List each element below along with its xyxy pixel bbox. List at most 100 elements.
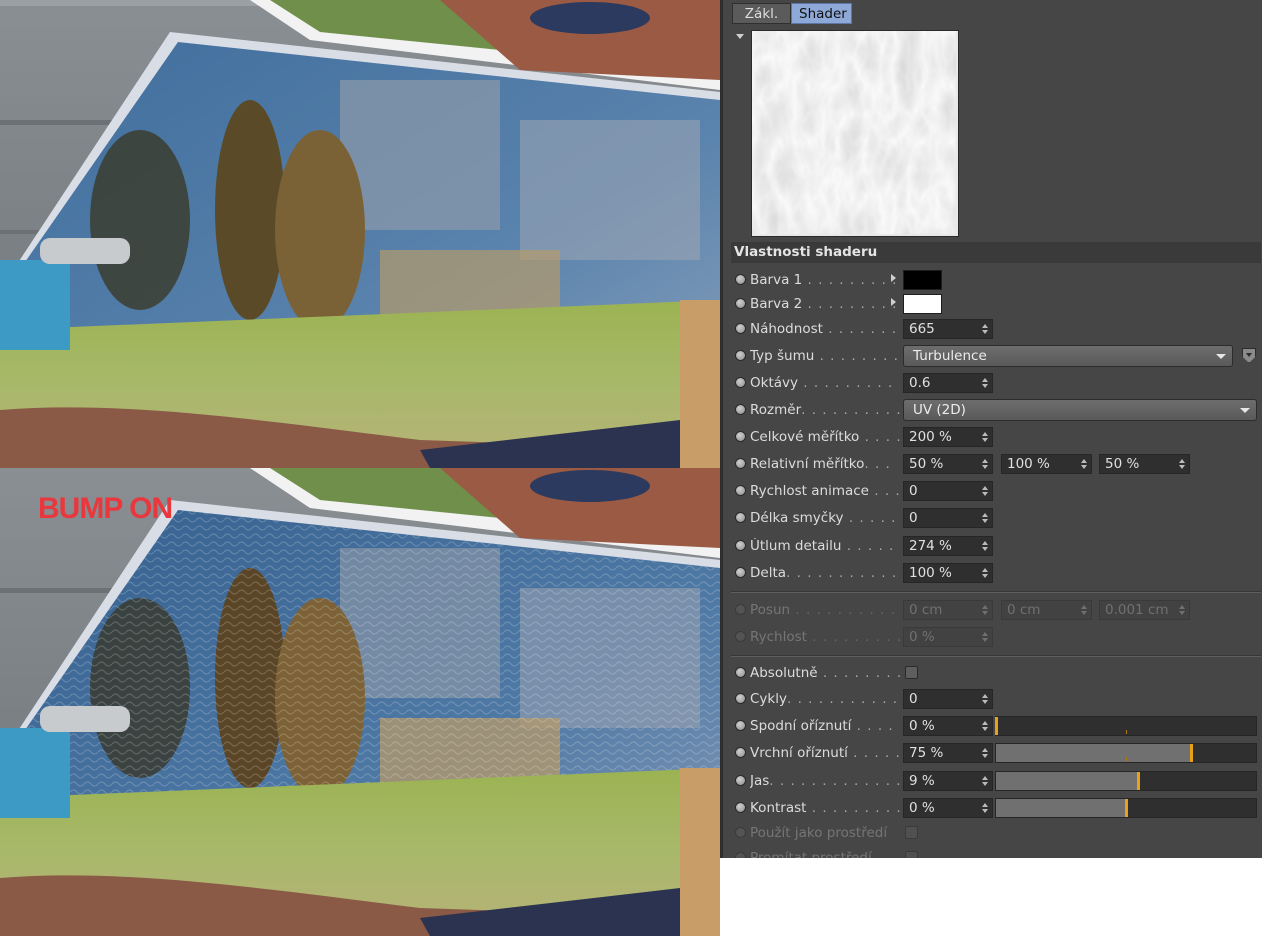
color-swatch-barva2[interactable] xyxy=(903,294,942,314)
expand-arrow-icon[interactable] xyxy=(891,274,896,282)
param-label: Vrchní oříznutí xyxy=(750,745,848,761)
spinner-icon[interactable] xyxy=(982,803,989,813)
noise-preview-image xyxy=(752,31,956,234)
keyframe-radio[interactable] xyxy=(735,802,746,813)
keyframe-radio[interactable] xyxy=(735,540,746,551)
render-image-bottom xyxy=(0,468,720,936)
row-cykly: Cykly. . . . . . . . . . . . . 0 xyxy=(723,686,1262,712)
noise-browser-icon[interactable] xyxy=(1242,348,1256,363)
absolute-checkbox[interactable] xyxy=(905,666,918,679)
keyframe-radio[interactable] xyxy=(735,274,746,285)
chevron-down-icon xyxy=(1240,408,1250,413)
param-label: Rychlost xyxy=(750,629,807,645)
spinner-icon[interactable] xyxy=(982,378,989,388)
spinner-icon[interactable] xyxy=(982,432,989,442)
row-posun: Posun . . . . . . . . . . . . 0 cm 0 cm … xyxy=(723,597,1262,623)
row-promitat-prostredi: Promítat prostředí xyxy=(723,845,1262,858)
keyframe-radio[interactable] xyxy=(735,458,746,469)
high-clip-slider[interactable] xyxy=(995,743,1257,763)
contrast-slider[interactable] xyxy=(995,798,1257,818)
keyframe-radio[interactable] xyxy=(735,720,746,731)
spinner-icon[interactable] xyxy=(982,324,989,334)
spinner-icon[interactable] xyxy=(982,541,989,551)
param-label: Posun xyxy=(750,602,791,618)
relative-scale-z-field[interactable]: 50 % xyxy=(1099,454,1190,474)
row-barva1: Barva 1 . . . . . . . . . xyxy=(723,267,1262,293)
section-shader-properties: Vlastnosti shaderu xyxy=(731,242,1261,263)
keyframe-radio[interactable] xyxy=(735,747,746,758)
keyframe-radio[interactable] xyxy=(735,431,746,442)
render-with-bump: BUMP ON xyxy=(0,468,720,936)
param-label: Typ šumu xyxy=(750,348,815,364)
expand-arrow-icon[interactable] xyxy=(891,298,896,306)
bump-on-label: BUMP ON xyxy=(38,492,173,525)
keyframe-radio[interactable] xyxy=(735,298,746,309)
brightness-field[interactable]: 9 % xyxy=(903,771,993,791)
slider-handle[interactable] xyxy=(1190,744,1193,762)
spinner-icon xyxy=(1081,605,1088,615)
spinner-icon[interactable] xyxy=(1179,459,1186,469)
spinner-icon[interactable] xyxy=(1081,459,1088,469)
keyframe-radio[interactable] xyxy=(735,567,746,578)
dimension-dropdown[interactable]: UV (2D) xyxy=(903,399,1257,421)
keyframe-radio[interactable] xyxy=(735,377,746,388)
slider-handle[interactable] xyxy=(1125,799,1128,817)
brightness-slider[interactable] xyxy=(995,771,1257,791)
spinner-icon[interactable] xyxy=(982,694,989,704)
spinner-icon[interactable] xyxy=(982,459,989,469)
row-delka-smycky: Délka smyčky . . . . . . 0 xyxy=(723,505,1262,531)
keyframe-radio[interactable] xyxy=(735,323,746,334)
spinner-icon[interactable] xyxy=(982,721,989,731)
oktavy-field[interactable]: 0.6 xyxy=(903,373,993,393)
slider-handle[interactable] xyxy=(995,717,998,735)
keyframe-radio[interactable] xyxy=(735,693,746,704)
chevron-down-icon xyxy=(1216,354,1226,359)
row-vrchni-oriznuti: Vrchní oříznutí . . . . . 75 % xyxy=(723,740,1262,766)
row-rozmer: Rozměr. . . . . . . . . . . . UV (2D) xyxy=(723,397,1262,423)
param-label: Použít jako prostředí xyxy=(750,825,888,841)
param-label: Delta xyxy=(750,565,787,581)
detail-attenuation-field[interactable]: 274 % xyxy=(903,536,993,556)
row-absolutne: Absolutně . . . . . . . . . xyxy=(723,660,1262,686)
spinner-icon xyxy=(982,632,989,642)
row-delta: Delta. . . . . . . . . . . . . 100 % xyxy=(723,560,1262,586)
keyframe-radio[interactable] xyxy=(735,404,746,415)
global-scale-field[interactable]: 200 % xyxy=(903,427,993,447)
row-rychlost-animace: Rychlost animace . . . 0 xyxy=(723,478,1262,504)
keyframe-radio[interactable] xyxy=(735,667,746,678)
keyframe-radio[interactable] xyxy=(735,775,746,786)
param-label: Kontrast xyxy=(750,800,807,816)
collapse-arrow-icon[interactable] xyxy=(736,34,744,39)
movement-x-field: 0 cm xyxy=(903,600,993,620)
low-clip-field[interactable]: 0 % xyxy=(903,716,993,736)
keyframe-radio[interactable] xyxy=(735,512,746,523)
spinner-icon[interactable] xyxy=(982,748,989,758)
spinner-icon[interactable] xyxy=(982,776,989,786)
noise-type-dropdown[interactable]: Turbulence xyxy=(903,345,1233,367)
slider-handle[interactable] xyxy=(1136,772,1140,790)
row-jas: Jas. . . . . . . . . . . . . . . 9 % xyxy=(723,768,1262,794)
spinner-icon[interactable] xyxy=(982,568,989,578)
keyframe-radio[interactable] xyxy=(735,485,746,496)
attribute-panel: Zákl. Shader Vlastnosti shaderu Barva 1 … xyxy=(720,0,1262,858)
row-utlum-detailu: Útlum detailu . . . . . 274 % xyxy=(723,533,1262,559)
cycles-field[interactable]: 0 xyxy=(903,689,993,709)
low-clip-slider[interactable] xyxy=(995,716,1257,736)
nahodnost-field[interactable]: 665 xyxy=(903,319,993,339)
color-swatch-barva1[interactable] xyxy=(903,270,942,290)
delta-field[interactable]: 100 % xyxy=(903,563,993,583)
tab-shader[interactable]: Shader xyxy=(791,3,852,24)
loop-period-field[interactable]: 0 xyxy=(903,508,993,528)
spinner-icon[interactable] xyxy=(982,486,989,496)
relative-scale-x-field[interactable]: 50 % xyxy=(903,454,993,474)
contrast-field[interactable]: 0 % xyxy=(903,798,993,818)
param-label: Rozměr xyxy=(750,402,802,418)
tab-zakl[interactable]: Zákl. xyxy=(732,3,791,24)
relative-scale-y-field[interactable]: 100 % xyxy=(1001,454,1092,474)
keyframe-radio[interactable] xyxy=(735,350,746,361)
high-clip-field[interactable]: 75 % xyxy=(903,743,993,763)
animation-speed-field[interactable]: 0 xyxy=(903,481,993,501)
param-label: Barva 1 xyxy=(750,272,803,288)
spinner-icon[interactable] xyxy=(982,513,989,523)
row-kontrast: Kontrast . . . . . . . . . . 0 % xyxy=(723,795,1262,821)
